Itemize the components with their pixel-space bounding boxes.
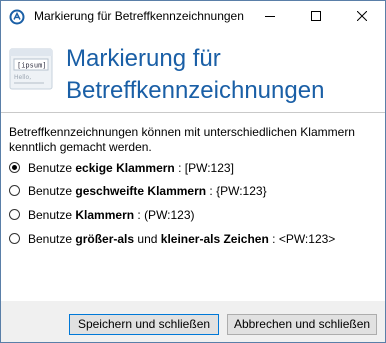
radio-label[interactable]: Benutze eckige Klammern : [PW:123]: [28, 160, 234, 176]
radio-label[interactable]: Benutze größer-als und kleiner-als Zeich…: [28, 231, 335, 247]
header-divider: [1, 112, 385, 113]
placeholder-bubble-icon: [ipsum] Hello,: [8, 45, 54, 95]
dialog-header: [ipsum] Hello, Markierung für Betreffken…: [1, 32, 385, 112]
heading-line-2: Betreffkennzeichnungen: [66, 77, 325, 104]
radio-button[interactable]: [9, 209, 20, 220]
close-button[interactable]: [339, 1, 385, 32]
window-title: Markierung für Betreffkennzeichnungen: [34, 9, 244, 23]
maximize-icon: [311, 11, 321, 21]
minimize-button[interactable]: [247, 1, 293, 32]
cancel-and-close-button[interactable]: Abbrechen und schließen: [227, 314, 377, 335]
svg-text:[ipsum]: [ipsum]: [17, 62, 47, 70]
radio-button[interactable]: [9, 185, 20, 196]
dialog-window: Markierung für Betreffkennzeichnungen [i…: [0, 0, 386, 343]
close-icon: [357, 11, 367, 21]
minimize-icon: [265, 16, 275, 17]
title-bar[interactable]: Markierung für Betreffkennzeichnungen: [1, 1, 385, 32]
dialog-heading: Markierung für Betreffkennzeichnungen: [66, 43, 324, 107]
app-icon: [9, 9, 25, 25]
radio-button[interactable]: [9, 162, 20, 173]
save-and-close-button[interactable]: Speichern und schließen: [69, 314, 219, 335]
button-bar: Speichern und schließen Abbrechen und sc…: [1, 301, 385, 342]
maximize-button[interactable]: [293, 1, 339, 32]
radio-label[interactable]: Benutze Klammern : (PW:123): [28, 207, 195, 223]
heading-line-1: Markierung für: [66, 45, 221, 72]
svg-text:Hello,: Hello,: [14, 74, 31, 81]
radio-button[interactable]: [9, 233, 20, 244]
radio-label[interactable]: Benutze geschweifte Klammern : {PW:123}: [28, 183, 267, 199]
description-text: Betreffkennzeichnungen können mit unters…: [9, 125, 355, 154]
